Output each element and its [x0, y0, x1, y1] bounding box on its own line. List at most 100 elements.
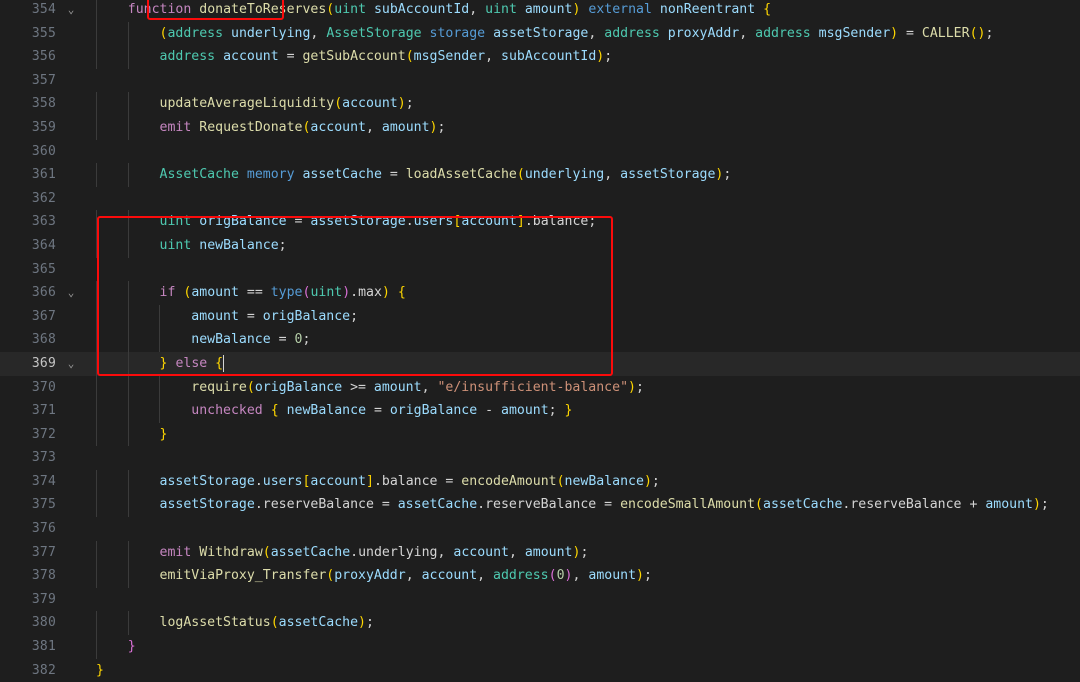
code-line[interactable]: 365 [0, 258, 1080, 282]
code-line[interactable]: 371 unchecked { newBalance = origBalance… [0, 399, 1080, 423]
token-type: uint [160, 238, 192, 253]
fold-chevron-down-icon[interactable]: ⌄ [62, 0, 80, 22]
code-line[interactable]: 356 address account = getSubAccount(msgS… [0, 45, 1080, 69]
token-sp [96, 403, 191, 418]
token-plain: ; [580, 545, 588, 560]
code-line[interactable]: 354⌄ function donateToReserves(uint subA… [0, 0, 1080, 22]
code-text[interactable]: address account = getSubAccount(msgSende… [80, 45, 1080, 69]
code-editor[interactable]: 354⌄ function donateToReserves(uint subA… [0, 0, 1080, 568]
code-text[interactable]: uint newBalance; [80, 234, 1080, 258]
code-text[interactable]: AssetCache memory assetCache = loadAsset… [80, 163, 1080, 187]
code-line[interactable]: 380 logAssetStatus(assetCache); [0, 611, 1080, 635]
fold-chevron-down-icon[interactable]: ⌄ [62, 352, 80, 376]
code-text[interactable]: newBalance = 0; [80, 328, 1080, 352]
code-line[interactable]: 367 amount = origBalance; [0, 305, 1080, 329]
code-text[interactable]: logAssetStatus(assetCache); [80, 611, 1080, 635]
token-stor: storage [430, 26, 486, 41]
line-number: 356 [0, 45, 62, 69]
token-sp [96, 214, 160, 229]
token-fn: RequestDonate [199, 120, 302, 135]
code-text[interactable]: emit RequestDonate(account, amount); [80, 116, 1080, 140]
code-line[interactable]: 382} [0, 659, 1080, 682]
code-text[interactable]: assetStorage.users[account].balance = en… [80, 470, 1080, 494]
token-type: address [493, 568, 549, 583]
code-line[interactable]: 357 [0, 69, 1080, 93]
token-var: origBalance [199, 214, 286, 229]
code-line[interactable]: 376 [0, 517, 1080, 541]
code-lines[interactable]: 354⌄ function donateToReserves(uint subA… [0, 0, 1080, 682]
token-punc: , [588, 26, 604, 41]
code-line[interactable]: 362 [0, 187, 1080, 211]
code-line[interactable]: 374 assetStorage.users[account].balance … [0, 470, 1080, 494]
token-plain: = [287, 214, 311, 229]
code-text[interactable]: if (amount == type(uint).max) { [80, 281, 1080, 305]
token-paren1: ) [644, 474, 652, 489]
code-line[interactable]: 372 } [0, 423, 1080, 447]
code-line[interactable]: 377 emit Withdraw(assetCache.underlying,… [0, 541, 1080, 565]
code-line[interactable]: 363 uint origBalance = assetStorage.user… [0, 210, 1080, 234]
code-line[interactable]: 378 emitViaProxy_Transfer(proxyAddr, acc… [0, 564, 1080, 588]
code-text[interactable]: } [80, 423, 1080, 447]
code-line[interactable]: 366⌄ if (amount == type(uint).max) { [0, 281, 1080, 305]
code-line[interactable]: 358 updateAverageLiquidity(account); [0, 92, 1080, 116]
token-plain: .underlying [350, 545, 437, 560]
token-paren1: ) [628, 380, 636, 395]
code-line[interactable]: 355 (address underlying, AssetStorage st… [0, 22, 1080, 46]
code-text[interactable]: amount = origBalance; [80, 305, 1080, 329]
code-line[interactable]: 368 newBalance = 0; [0, 328, 1080, 352]
code-text[interactable]: emitViaProxy_Transfer(proxyAddr, account… [80, 564, 1080, 588]
token-sp [96, 639, 128, 654]
code-line[interactable]: 360 [0, 140, 1080, 164]
code-text[interactable]: emit Withdraw(assetCache.underlying, acc… [80, 541, 1080, 565]
token-fn: getSubAccount [302, 49, 405, 64]
code-line[interactable]: 375 assetStorage.reserveBalance = assetC… [0, 493, 1080, 517]
token-type: uint [334, 2, 366, 17]
token-type: address [755, 26, 811, 41]
code-text[interactable]: (address underlying, AssetStorage storag… [80, 22, 1080, 46]
token-ctrl: if [160, 285, 176, 300]
token-plain: = [366, 403, 390, 418]
token-plain: . [255, 474, 263, 489]
token-paren1: } [565, 403, 573, 418]
fold-chevron-down-icon[interactable]: ⌄ [62, 281, 80, 305]
token-plain: ; [302, 332, 310, 347]
token-var: amount [525, 545, 573, 560]
token-punc: , [469, 2, 485, 17]
code-text[interactable]: function donateToReserves(uint subAccoun… [80, 0, 1080, 22]
line-number: 361 [0, 163, 62, 187]
token-sp [660, 26, 668, 41]
code-line[interactable]: 359 emit RequestDonate(account, amount); [0, 116, 1080, 140]
token-stor: type [271, 285, 303, 300]
code-text[interactable]: } [80, 635, 1080, 659]
code-text[interactable]: updateAverageLiquidity(account); [80, 92, 1080, 116]
code-line[interactable]: 364 uint newBalance; [0, 234, 1080, 258]
code-text[interactable]: } [80, 659, 1080, 682]
code-text[interactable]: } else { [80, 352, 1080, 376]
token-punc: , [406, 568, 422, 583]
token-sp [96, 332, 191, 347]
code-text[interactable]: unchecked { newBalance = origBalance - a… [80, 399, 1080, 423]
token-var: proxyAddr [334, 568, 405, 583]
line-number: 378 [0, 564, 62, 588]
code-line[interactable]: 361 AssetCache memory assetCache = loadA… [0, 163, 1080, 187]
code-text[interactable]: assetStorage.reserveBalance = assetCache… [80, 493, 1080, 517]
token-sp [96, 309, 191, 324]
code-text[interactable]: uint origBalance = assetStorage.users[ac… [80, 210, 1080, 234]
token-sp [96, 380, 191, 395]
token-var: account [310, 474, 366, 489]
code-text[interactable]: require(origBalance >= amount, "e/insuff… [80, 376, 1080, 400]
line-number: 368 [0, 328, 62, 352]
code-line[interactable]: 379 [0, 588, 1080, 612]
code-line[interactable]: 373 [0, 446, 1080, 470]
line-number: 360 [0, 140, 62, 164]
token-var: assetStorage [493, 26, 588, 41]
token-type: AssetCache [160, 167, 239, 182]
token-var: account [310, 120, 366, 135]
token-paren1: ( [263, 545, 271, 560]
code-line[interactable]: 370 require(origBalance >= amount, "e/in… [0, 376, 1080, 400]
line-number: 369 [0, 352, 62, 376]
token-num: 0 [557, 568, 565, 583]
code-line[interactable]: 369⌄ } else { [0, 352, 1080, 376]
token-plain: == [239, 285, 271, 300]
code-line[interactable]: 381 } [0, 635, 1080, 659]
